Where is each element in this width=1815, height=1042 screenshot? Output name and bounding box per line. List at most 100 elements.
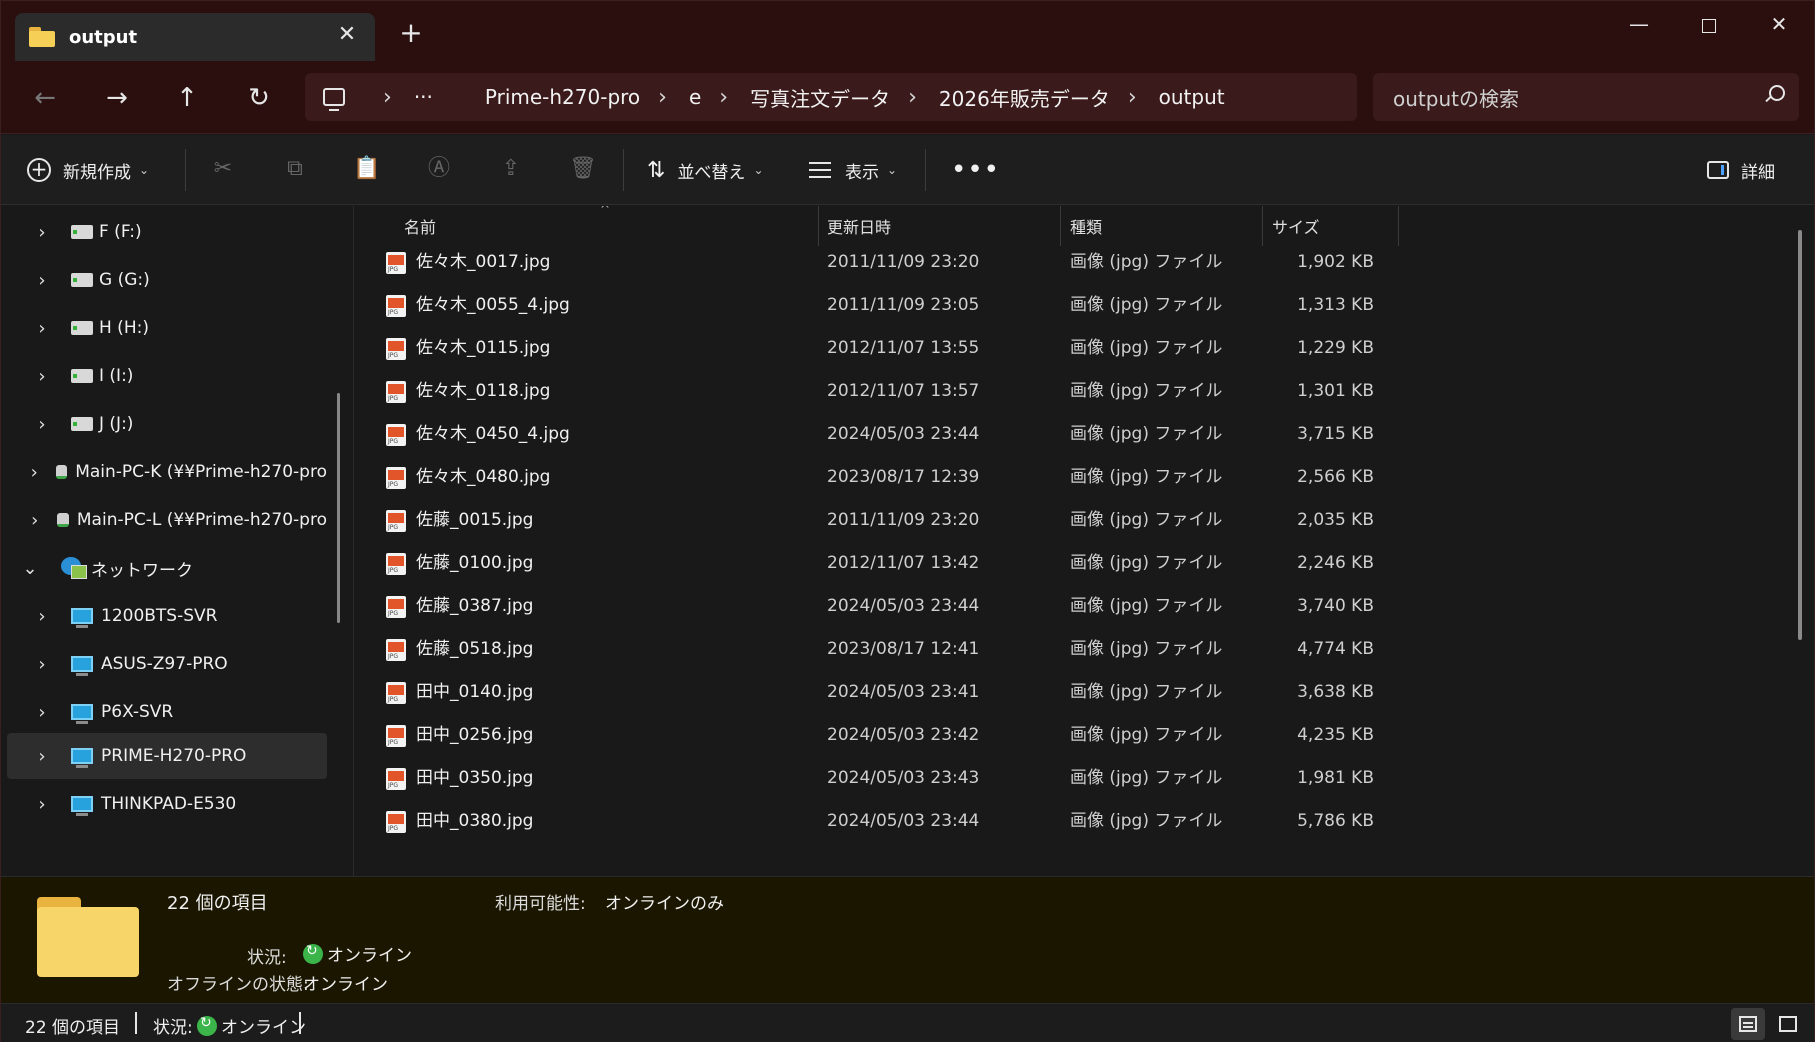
file-name[interactable]: 佐藤_0387.jpg <box>386 585 533 628</box>
details-view-button[interactable] <box>1731 1008 1765 1040</box>
details-pane-button[interactable]: 詳細 <box>1707 153 1775 187</box>
sidebar-item-thinkpad-e530[interactable]: › THINKPAD-E530 <box>7 781 327 827</box>
close-window-button[interactable]: ✕ <box>1757 9 1801 39</box>
file-name[interactable]: 佐々木_0118.jpg <box>386 370 550 413</box>
chevron-right-icon[interactable]: › <box>27 606 57 627</box>
sidebar-scrollbar[interactable] <box>337 393 340 623</box>
sidebar-item-main-pc-k[interactable]: › Main-PC-K (¥¥Prime-h270-pro <box>7 449 327 495</box>
file-name[interactable]: 佐々木_0115.jpg <box>386 327 550 370</box>
file-row[interactable]: 田中_0140.jpg 2024/05/03 23:41 画像 (jpg) ファイル… <box>354 671 1814 714</box>
more-options-button[interactable]: ••• <box>951 153 1000 187</box>
search-input[interactable]: outputの検索 <box>1373 73 1799 121</box>
file-row[interactable]: 佐々木_0017.jpg 2011/11/09 23:20 画像 (jpg) ファイ… <box>354 241 1814 284</box>
file-row[interactable]: 佐々木_0480.jpg 2023/08/17 12:39 画像 (jpg) ファイ… <box>354 456 1814 499</box>
sidebar-item-drive-h[interactable]: › H (H:) <box>7 305 327 351</box>
file-name[interactable]: 田中_0256.jpg <box>386 714 533 757</box>
file-name[interactable]: 田中_0140.jpg <box>386 671 533 714</box>
tiles-view-button[interactable] <box>1771 1008 1805 1040</box>
file-row[interactable]: 佐藤_0015.jpg 2011/11/09 23:20 画像 (jpg) ファイル… <box>354 499 1814 542</box>
chevron-right-icon[interactable]: › <box>27 366 57 387</box>
sidebar-item-1200bts-svr[interactable]: › 1200BTS-SVR <box>7 593 327 639</box>
file-list-scrollbar[interactable] <box>1798 230 1802 640</box>
chevron-right-icon[interactable]: › <box>27 654 57 675</box>
computer-icon[interactable] <box>323 88 345 111</box>
file-name[interactable]: 佐藤_0100.jpg <box>386 542 533 585</box>
chevron-right-icon[interactable]: › <box>27 222 57 243</box>
column-divider[interactable] <box>1398 206 1399 246</box>
column-divider[interactable] <box>1060 206 1061 246</box>
refresh-icon[interactable]: ↻ <box>239 79 279 117</box>
sidebar-item-asus-z97-pro[interactable]: › ASUS-Z97-PRO <box>7 641 327 687</box>
sort-button[interactable]: ⇅ 並べ替え ⌄ <box>647 153 764 187</box>
forward-arrow-icon[interactable]: → <box>97 79 137 117</box>
chevron-right-icon[interactable]: › <box>27 414 57 435</box>
sidebar-item-drive-j[interactable]: › J (J:) <box>7 401 327 447</box>
view-button[interactable]: 表示 ⌄ <box>809 153 897 187</box>
sidebar-item-prime-h270-pro[interactable]: › PRIME-H270-PRO <box>7 733 327 779</box>
paste-icon[interactable]: 📋 <box>353 155 381 183</box>
chevron-right-icon[interactable]: › <box>27 702 57 723</box>
sidebar-item-drive-f[interactable]: › F (F:) <box>7 209 327 255</box>
close-tab-icon[interactable]: ✕ <box>335 23 359 47</box>
file-name[interactable]: 田中_0380.jpg <box>386 800 533 843</box>
copy-icon[interactable]: ⧉ <box>281 155 309 183</box>
up-arrow-icon[interactable]: ↑ <box>167 79 207 117</box>
chevron-right-icon[interactable]: › <box>27 510 43 531</box>
file-row[interactable]: 佐々木_0115.jpg 2012/11/07 13:55 画像 (jpg) ファイ… <box>354 327 1814 370</box>
file-row[interactable]: 佐々木_0450_4.jpg 2024/05/03 23:44 画像 (jpg) フ… <box>354 413 1814 456</box>
file-name[interactable]: 佐々木_0450_4.jpg <box>386 413 570 456</box>
chevron-right-icon[interactable]: › <box>719 85 728 110</box>
column-divider[interactable] <box>1262 206 1263 246</box>
chevron-right-icon[interactable]: › <box>27 462 42 483</box>
file-row[interactable]: 佐藤_0100.jpg 2012/11/07 13:42 画像 (jpg) ファイル… <box>354 542 1814 585</box>
file-row[interactable]: 佐々木_0118.jpg 2012/11/07 13:57 画像 (jpg) ファイ… <box>354 370 1814 413</box>
file-row[interactable]: 佐藤_0518.jpg 2023/08/17 12:41 画像 (jpg) ファイル… <box>354 628 1814 671</box>
chevron-right-icon[interactable]: › <box>658 85 667 110</box>
column-divider[interactable] <box>818 206 819 246</box>
column-header-name[interactable]: 名前 <box>404 206 436 246</box>
breadcrumb[interactable]: › ··· Prime-h270-pro › e › 写真注文データ › 202… <box>305 73 1357 121</box>
chevron-right-icon[interactable]: › <box>27 746 57 767</box>
breadcrumb-item-current[interactable]: output <box>1159 85 1225 109</box>
breadcrumb-item[interactable]: e <box>689 85 701 109</box>
sidebar-item-drive-g[interactable]: › G (G:) <box>7 257 327 303</box>
new-button[interactable]: + 新規作成 ⌄ <box>27 153 149 187</box>
file-row[interactable]: 佐々木_0055_4.jpg 2011/11/09 23:05 画像 (jpg) フ… <box>354 284 1814 327</box>
column-header-type[interactable]: 種類 <box>1070 206 1102 246</box>
tab-output[interactable]: output ✕ <box>15 13 375 61</box>
file-name[interactable]: 佐々木_0017.jpg <box>386 241 550 284</box>
chevron-right-icon[interactable]: › <box>1128 85 1137 110</box>
chevron-right-icon[interactable]: › <box>908 85 917 110</box>
file-name[interactable]: 佐々木_0055_4.jpg <box>386 284 570 327</box>
file-name[interactable]: 佐藤_0518.jpg <box>386 628 533 671</box>
breadcrumb-ellipsis[interactable]: ··· <box>414 85 433 109</box>
file-row[interactable]: 田中_0256.jpg 2024/05/03 23:42 画像 (jpg) ファイル… <box>354 714 1814 757</box>
file-name[interactable]: 佐々木_0480.jpg <box>386 456 550 499</box>
sidebar-item-drive-i[interactable]: › I (I:) <box>7 353 327 399</box>
file-name[interactable]: 田中_0350.jpg <box>386 757 533 800</box>
search-icon[interactable] <box>1765 85 1785 103</box>
file-row[interactable]: 田中_0380.jpg 2024/05/03 23:44 画像 (jpg) ファイル… <box>354 800 1814 843</box>
new-tab-button[interactable]: + <box>397 19 425 47</box>
chevron-right-icon[interactable]: › <box>27 270 57 291</box>
chevron-right-icon[interactable]: › <box>27 794 57 815</box>
file-row[interactable]: 佐藤_0387.jpg 2024/05/03 23:44 画像 (jpg) ファイル… <box>354 585 1814 628</box>
maximize-button[interactable] <box>1687 9 1731 39</box>
chevron-down-icon[interactable]: ⌄ <box>15 558 45 579</box>
chevron-right-icon[interactable]: › <box>383 85 392 110</box>
rename-icon[interactable]: Ⓐ <box>425 155 453 183</box>
breadcrumb-item[interactable]: 写真注文データ <box>750 83 890 112</box>
column-header-size[interactable]: サイズ <box>1272 206 1320 246</box>
cut-icon[interactable]: ✂ <box>209 155 237 183</box>
column-header-date[interactable]: 更新日時 <box>827 206 891 246</box>
chevron-right-icon[interactable]: › <box>27 318 57 339</box>
breadcrumb-item[interactable]: 2026年販売データ <box>939 83 1110 112</box>
breadcrumb-item[interactable]: Prime-h270-pro <box>485 85 640 109</box>
file-name[interactable]: 佐藤_0015.jpg <box>386 499 533 542</box>
delete-icon[interactable]: 🗑 <box>569 155 597 183</box>
sidebar-item-main-pc-l[interactable]: › Main-PC-L (¥¥Prime-h270-pro <box>7 497 327 543</box>
file-row[interactable]: 田中_0350.jpg 2024/05/03 23:43 画像 (jpg) ファイル… <box>354 757 1814 800</box>
sidebar-item-p6x-svr[interactable]: › P6X-SVR <box>7 689 327 735</box>
sidebar-item-network[interactable]: ⌄ ネットワーク <box>7 545 327 591</box>
share-icon[interactable]: ⇪ <box>497 155 525 183</box>
